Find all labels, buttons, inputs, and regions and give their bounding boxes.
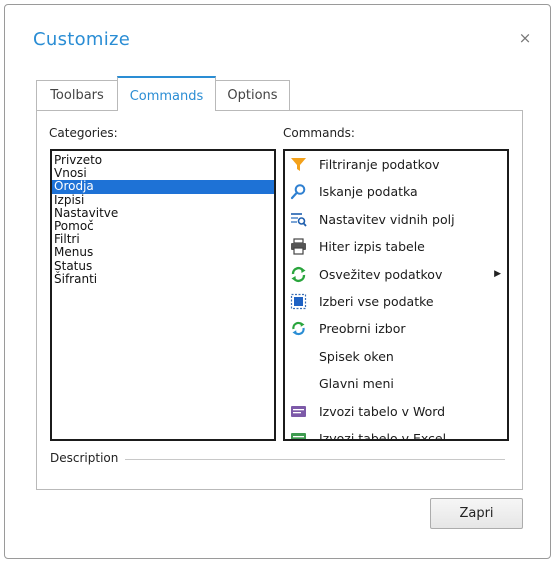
submenu-arrow-icon: ▶ — [494, 268, 501, 279]
category-item[interactable]: Menus — [52, 246, 274, 259]
refresh-icon — [290, 266, 307, 283]
category-item[interactable]: Pomoč — [52, 219, 274, 233]
command-item[interactable]: Filtriranje podatkov — [285, 151, 507, 178]
command-item[interactable]: Izberi vse podatke — [285, 288, 507, 315]
magnifier-icon — [290, 183, 307, 200]
command-item[interactable]: Preobrni izbor — [285, 315, 507, 342]
description-divider — [125, 459, 505, 460]
dialog-title: Customize — [33, 29, 131, 50]
command-label: Osvežitev podatkov — [319, 266, 443, 282]
command-item[interactable]: Hiter izpis tabele — [285, 233, 507, 260]
description-label: Description — [50, 451, 119, 465]
close-button[interactable]: Zapri — [430, 498, 523, 529]
categories-label: Categories: — [49, 126, 118, 140]
command-label: Izberi vse podatke — [319, 293, 434, 309]
command-label: Filtriranje podatkov — [319, 157, 440, 172]
category-item[interactable]: Izpisi — [52, 193, 274, 207]
tab-commands[interactable]: Commands — [117, 76, 216, 111]
command-item[interactable]: Glavni meni — [285, 370, 507, 397]
command-item[interactable]: Spisek oken — [285, 343, 507, 370]
tab-options[interactable]: Options — [215, 80, 290, 110]
close-icon[interactable]: × — [518, 31, 532, 46]
command-item[interactable]: Izvozi tabelo v Excel — [285, 425, 507, 441]
command-item[interactable]: Osvežitev podatkov ▶ — [285, 261, 507, 288]
select-all-icon — [290, 293, 307, 310]
commands-list[interactable]: Filtriranje podatkov Iskanje podatka Nasta… — [283, 149, 509, 441]
tab-toolbars[interactable]: Toolbars — [36, 80, 118, 110]
word-export-icon — [290, 403, 307, 420]
command-label: Hiter izpis tabele — [319, 239, 425, 255]
command-label: Glavni meni — [319, 376, 394, 392]
command-label: Izvozi tabelo v Excel — [319, 430, 447, 441]
excel-export-icon — [290, 430, 307, 439]
category-item[interactable]: Status — [52, 259, 274, 273]
command-label: Preobrni izbor — [319, 321, 406, 337]
printer-icon — [290, 238, 307, 255]
command-label: Nastavitev vidnih polj — [319, 211, 455, 227]
command-label: Spisek oken — [319, 348, 394, 364]
category-item[interactable]: Orodja — [52, 180, 274, 194]
command-label: Iskanje podatka — [319, 184, 418, 200]
grid-search-icon — [290, 211, 307, 228]
invert-selection-icon — [290, 320, 307, 337]
command-item[interactable]: Nastavitev vidnih polj — [285, 206, 507, 233]
funnel-icon — [290, 156, 307, 173]
category-item[interactable]: Šifranti — [52, 272, 274, 286]
command-item[interactable]: Iskanje podatka — [285, 178, 507, 205]
category-item[interactable]: Nastavitve — [52, 206, 274, 220]
command-item[interactable]: Izvozi tabelo v Word — [285, 398, 507, 425]
categories-list[interactable]: Privzeto Vnosi Orodja Izpisi Nastavitve Pomoč… — [50, 149, 276, 441]
command-label: Izvozi tabelo v Word — [319, 403, 446, 419]
commands-label: Commands: — [283, 126, 355, 140]
